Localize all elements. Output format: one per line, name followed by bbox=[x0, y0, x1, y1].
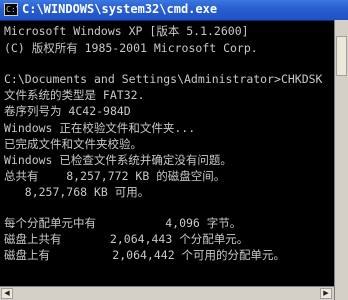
vertical-scrollbar[interactable] bbox=[334, 20, 348, 300]
scroll-right-arrow-icon[interactable]: ▶ bbox=[320, 288, 332, 299]
scroll-thumb[interactable] bbox=[336, 36, 347, 76]
console-line: 已完成文件和文件夹校验。 bbox=[4, 137, 142, 151]
console-line: (C) 版权所有 1985-2001 Microsoft Corp. bbox=[4, 41, 258, 55]
scroll-left-arrow-icon[interactable]: ◀ bbox=[1, 288, 13, 299]
console-line: 总共有 8,257,772 KB 的磁盘空间。 bbox=[4, 169, 226, 183]
console-line: Windows 已检查文件系统并确定没有问题。 bbox=[4, 153, 232, 167]
console-line: 每个分配单元中有 4,096 字节。 bbox=[4, 216, 242, 230]
cmd-window: C:\ C:\WINDOWS\system32\cmd.exe Microsof… bbox=[0, 0, 348, 300]
title-bar[interactable]: C:\ C:\WINDOWS\system32\cmd.exe bbox=[0, 0, 348, 21]
console-line: Microsoft Windows XP [版本 5.1.2600] bbox=[4, 24, 249, 38]
horizontal-scrollbar[interactable]: ◀ ▶ bbox=[0, 286, 334, 300]
window-title: C:\WINDOWS\system32\cmd.exe bbox=[22, 2, 218, 16]
console-output[interactable]: Microsoft Windows XP [版本 5.1.2600] (C) 版… bbox=[0, 20, 334, 300]
console-line: Windows 正在校验文件和文件夹... bbox=[4, 121, 196, 135]
console-line: 磁盘上共有 2,064,443 个分配单元。 bbox=[4, 232, 249, 246]
console-line: 磁盘上有 2,064,442 个可用的分配单元。 bbox=[4, 248, 286, 262]
console-line: 8,257,768 KB 可用。 bbox=[4, 185, 150, 199]
cmd-app-icon[interactable]: C:\ bbox=[4, 3, 18, 16]
console-line: 文件系统的类型是 FAT32. bbox=[4, 88, 145, 102]
console-line: 卷序列号为 4C42-984D bbox=[4, 104, 131, 118]
console-line: C:\Documents and Settings\Administrator>… bbox=[4, 72, 323, 86]
